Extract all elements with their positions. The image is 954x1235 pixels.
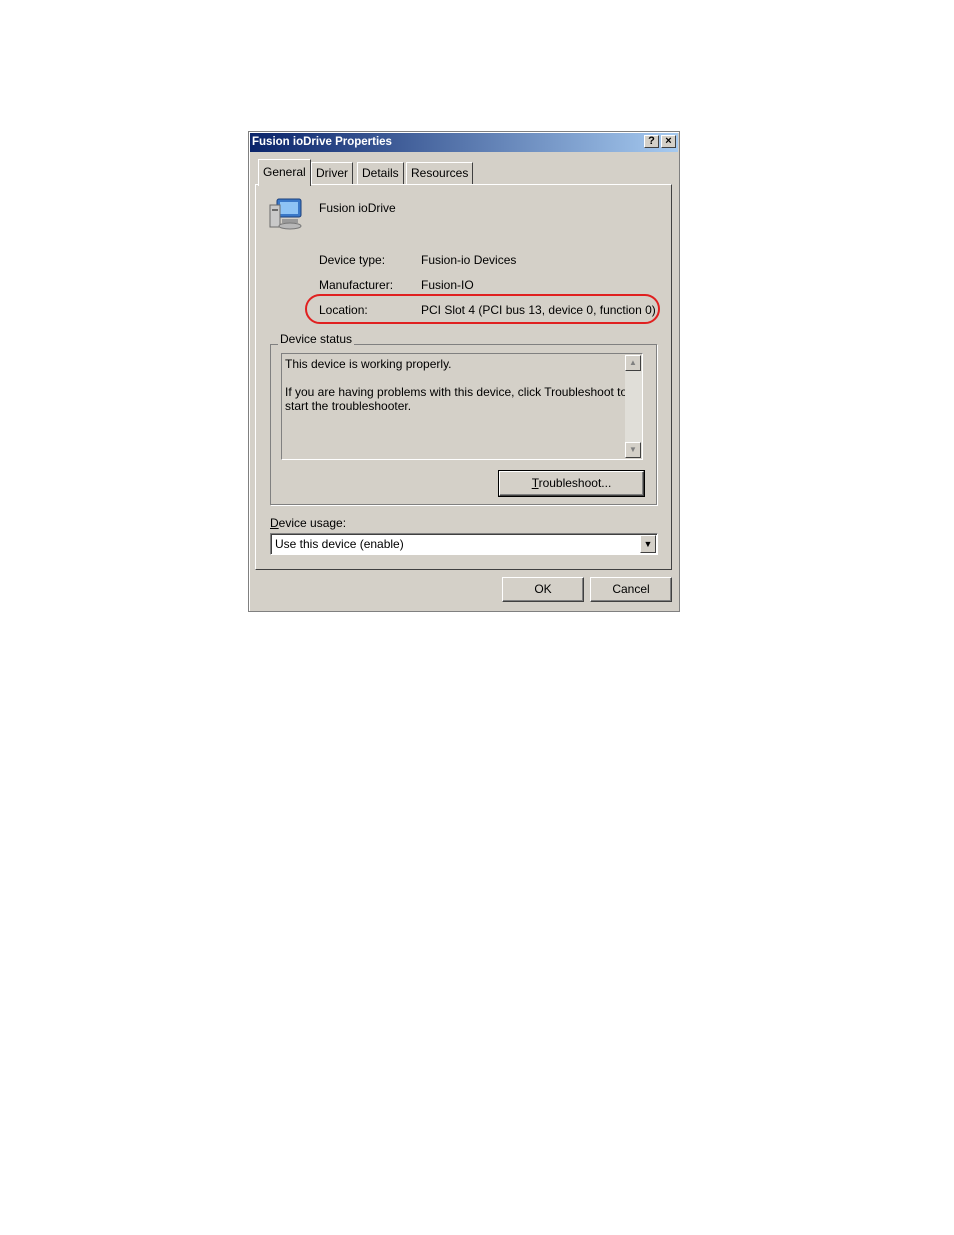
device-usage-label: Device usage:: [270, 516, 347, 530]
status-line-2: If you are having problems with this dev…: [285, 385, 628, 399]
device-usage-value: Use this device (enable): [275, 537, 404, 551]
troubleshoot-button[interactable]: Troubleshoot...: [498, 470, 645, 497]
status-line-3: start the troubleshooter.: [285, 399, 412, 413]
location-highlight-oval: [305, 294, 660, 324]
scroll-up-icon[interactable]: ▲: [625, 355, 641, 371]
device-type-label: Device type:: [319, 253, 386, 267]
close-button[interactable]: ×: [661, 135, 676, 148]
title-bar[interactable]: Fusion ioDrive Properties ? ×: [250, 133, 678, 152]
status-line-1: This device is working properly.: [285, 357, 452, 371]
device-status-text[interactable]: This device is working properly. If you …: [281, 353, 643, 460]
device-name: Fusion ioDrive: [319, 201, 396, 215]
tab-resources[interactable]: Resources: [406, 162, 474, 184]
device-status-legend: Device status: [278, 332, 355, 346]
ok-button[interactable]: OK: [502, 577, 584, 602]
manufacturer-value: Fusion-IO: [421, 278, 474, 292]
chevron-down-icon[interactable]: ▼: [640, 535, 656, 553]
status-scrollbar[interactable]: ▲ ▼: [625, 355, 642, 458]
tab-driver[interactable]: Driver: [311, 162, 353, 184]
tab-details[interactable]: Details: [357, 162, 404, 184]
help-button[interactable]: ?: [644, 135, 659, 148]
computer-device-icon: [269, 198, 302, 230]
device-usage-select[interactable]: Use this device (enable) ▼: [270, 533, 658, 555]
cancel-button[interactable]: Cancel: [590, 577, 672, 602]
device-type-value: Fusion-io Devices: [421, 253, 517, 267]
tab-general[interactable]: General: [258, 159, 311, 186]
manufacturer-label: Manufacturer:: [319, 278, 394, 292]
window-title: Fusion ioDrive Properties: [252, 136, 392, 148]
scroll-down-icon[interactable]: ▼: [625, 442, 641, 458]
